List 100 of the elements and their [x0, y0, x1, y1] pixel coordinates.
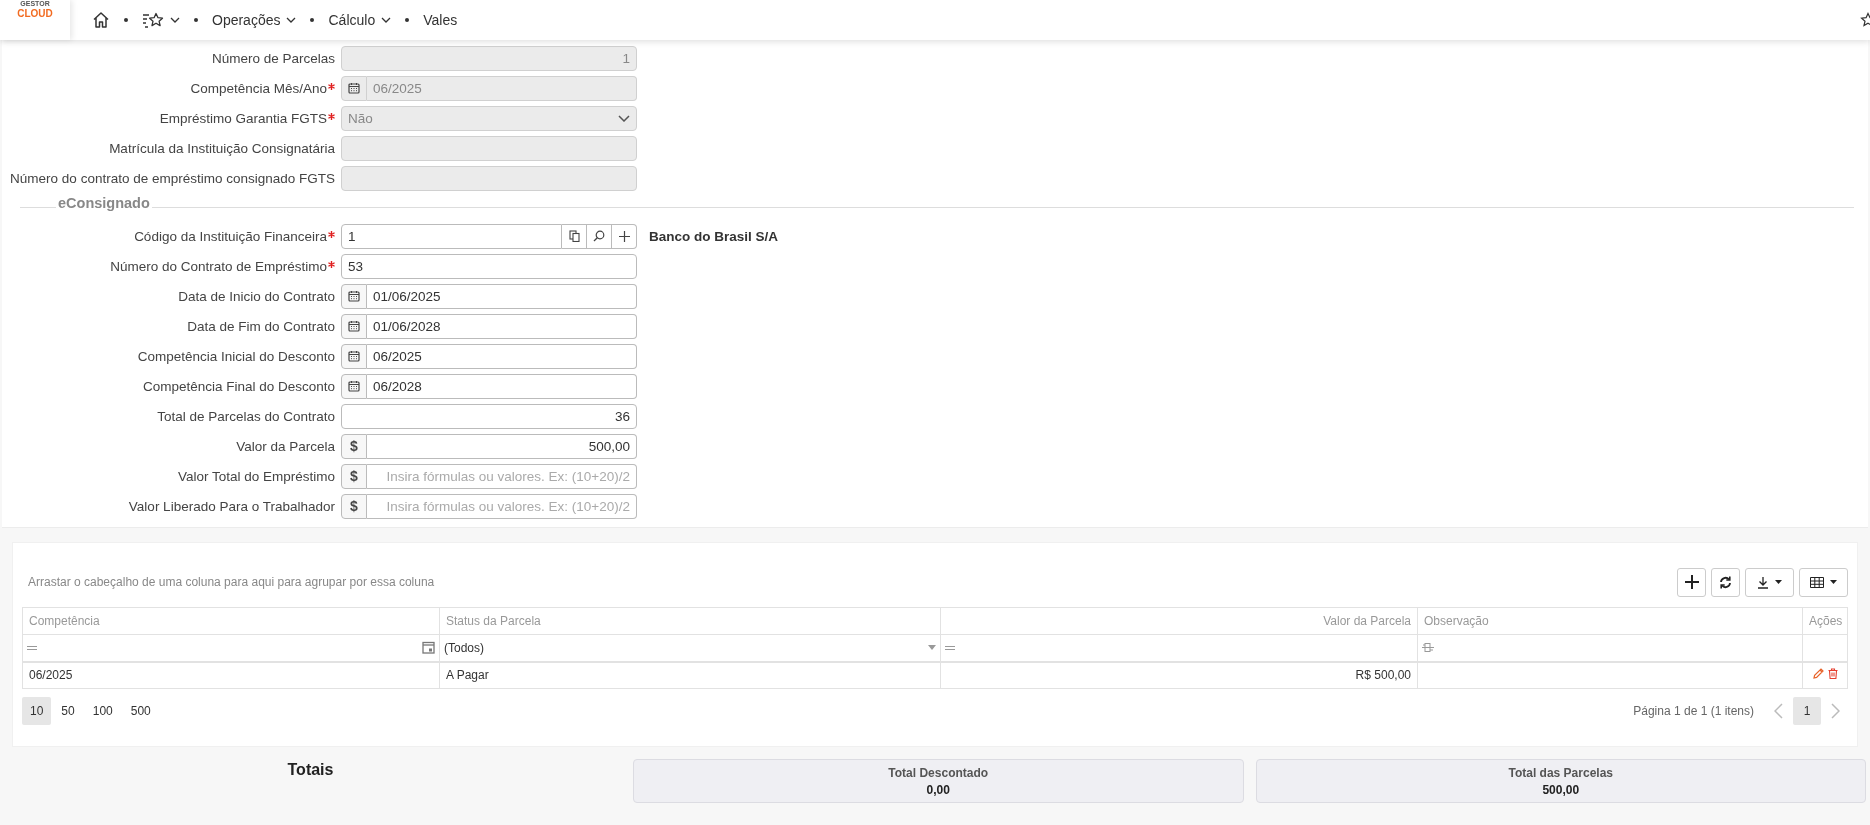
- calendar-button[interactable]: [341, 373, 367, 399]
- field-label: Matrícula da Instituição Consignatária: [109, 140, 335, 156]
- field-label: Total de Parcelas do Contrato: [157, 408, 335, 424]
- field-label: Número de Parcelas: [211, 50, 335, 66]
- caret-icon: [1830, 580, 1837, 584]
- star-icon[interactable]: [1860, 12, 1870, 28]
- copy-icon: [568, 230, 580, 242]
- number-field[interactable]: 36: [341, 403, 637, 429]
- caret-icon: [1775, 580, 1782, 584]
- money-field[interactable]: Insira fórmulas ou valores. Ex: (10+20)/2: [367, 463, 637, 489]
- separator-dot: [124, 18, 128, 22]
- text-field[interactable]: 53: [341, 253, 637, 279]
- table-icon: [1810, 576, 1824, 588]
- calendar-icon: [348, 82, 360, 94]
- field-label: Valor Total do Empréstimo: [177, 468, 335, 484]
- section-title: eConsignado: [57, 195, 151, 211]
- totals-title: Totais: [287, 760, 334, 779]
- equals-icon: [945, 645, 955, 650]
- separator-dot: [194, 18, 198, 22]
- home-link[interactable]: [92, 11, 110, 29]
- table-cell: R$ 500,00: [1355, 668, 1411, 683]
- required-icon: [328, 112, 335, 120]
- field-label: Empréstimo Garantia FGTS: [159, 110, 335, 126]
- star-list-icon: [142, 12, 164, 28]
- page-size-button[interactable]: 50: [53, 697, 83, 725]
- pencil-icon[interactable]: [1812, 668, 1824, 680]
- required-icon: [328, 230, 335, 238]
- field-label: Código da Instituição Financeira: [134, 228, 335, 244]
- money-field[interactable]: 500,00: [367, 433, 637, 459]
- table-cell: A Pagar: [446, 668, 489, 683]
- separator-dot: [405, 18, 410, 22]
- total-value: 0,00: [926, 782, 950, 797]
- copy-button[interactable]: [562, 223, 587, 249]
- page-size-button[interactable]: 500: [122, 697, 159, 725]
- caret-icon: [928, 645, 936, 651]
- chevron-down-icon: [286, 17, 297, 23]
- date-field[interactable]: 01/06/2025: [367, 283, 637, 309]
- calendar-icon: [348, 290, 360, 302]
- breadcrumb-item[interactable]: Cálculo: [328, 12, 392, 28]
- refresh-icon: [1719, 575, 1732, 589]
- calendar-button[interactable]: [341, 313, 367, 339]
- calendar-icon: [348, 320, 360, 332]
- lookup-field[interactable]: 1: [341, 223, 562, 249]
- group-hint: Arrastar o cabeçalho de uma coluna para aqui para agrupar por essa coluna: [28, 575, 435, 589]
- text-filter-icon: [1422, 643, 1434, 653]
- home-icon: [92, 11, 110, 29]
- money-field[interactable]: Insira fórmulas ou valores. Ex: (10+20)/2: [367, 493, 637, 519]
- download-icon: [1757, 575, 1769, 589]
- date-field[interactable]: 06/2028: [367, 373, 637, 399]
- refresh-button[interactable]: [1711, 567, 1740, 597]
- search-icon: [593, 230, 605, 242]
- calendar-button[interactable]: [341, 283, 367, 309]
- required-icon: [328, 260, 335, 268]
- add-button[interactable]: [1677, 567, 1706, 597]
- total-label: Total Descontado: [888, 765, 989, 780]
- date-field[interactable]: 01/06/2028: [367, 313, 637, 339]
- page-size-button[interactable]: 10: [22, 697, 52, 725]
- calendar-icon: [348, 350, 360, 362]
- favorites-menu[interactable]: [142, 12, 180, 28]
- page-size-button[interactable]: 100: [84, 697, 121, 725]
- currency-symbol: $: [341, 493, 367, 519]
- calendar-button[interactable]: [341, 343, 367, 369]
- trash-icon[interactable]: [1827, 668, 1838, 680]
- equals-icon: [27, 645, 37, 650]
- page-button[interactable]: 1: [1793, 697, 1821, 725]
- field-label: Número do contrato de empréstimo consignado FGTS: [10, 170, 335, 186]
- filter-value: (Todos): [444, 640, 484, 655]
- table-cell: 06/2025: [29, 668, 73, 683]
- calendar-icon: [422, 641, 435, 655]
- calendar-button[interactable]: [341, 75, 367, 101]
- columns-button[interactable]: [1799, 567, 1848, 597]
- total-value: 500,00: [1542, 782, 1580, 797]
- field-label: Valor Liberado Para o Trabalhador: [128, 498, 335, 514]
- calendar-icon: [348, 380, 360, 392]
- institution-name: Banco do Brasil S/A: [649, 228, 779, 244]
- chevron-down-icon: [618, 114, 630, 122]
- search-button[interactable]: [587, 223, 612, 249]
- logo-text: CLOUD: [17, 8, 53, 19]
- breadcrumb-item[interactable]: Vales: [423, 12, 458, 28]
- field-label: Data de Inicio do Contrato: [178, 288, 335, 304]
- add-button[interactable]: [612, 223, 637, 249]
- page-info: Página 1 de 1 (1 itens): [1633, 704, 1754, 718]
- currency-symbol: $: [341, 433, 367, 459]
- field-label: Número do Contrato de Empréstimo: [110, 258, 335, 274]
- chevron-down-icon: [381, 17, 392, 23]
- currency-symbol: $: [341, 463, 367, 489]
- required-icon: [328, 82, 335, 90]
- field-label: Competência Mês/Ano: [190, 80, 335, 96]
- plus-icon: [618, 230, 630, 242]
- field-label: Competência Inicial do Desconto: [137, 348, 335, 364]
- field-label: Competência Final do Desconto: [142, 378, 335, 394]
- export-button[interactable]: [1745, 567, 1794, 597]
- separator-dot: [310, 18, 315, 22]
- field-label: Data de Fim do Contrato: [187, 318, 335, 334]
- field-label: Valor da Parcela: [236, 438, 335, 454]
- date-field[interactable]: 06/2025: [367, 343, 637, 369]
- filter-cell[interactable]: [22, 634, 440, 662]
- breadcrumb-item[interactable]: Operações: [212, 12, 297, 28]
- plus-icon: [1683, 574, 1700, 590]
- chevron-down-icon: [170, 17, 180, 23]
